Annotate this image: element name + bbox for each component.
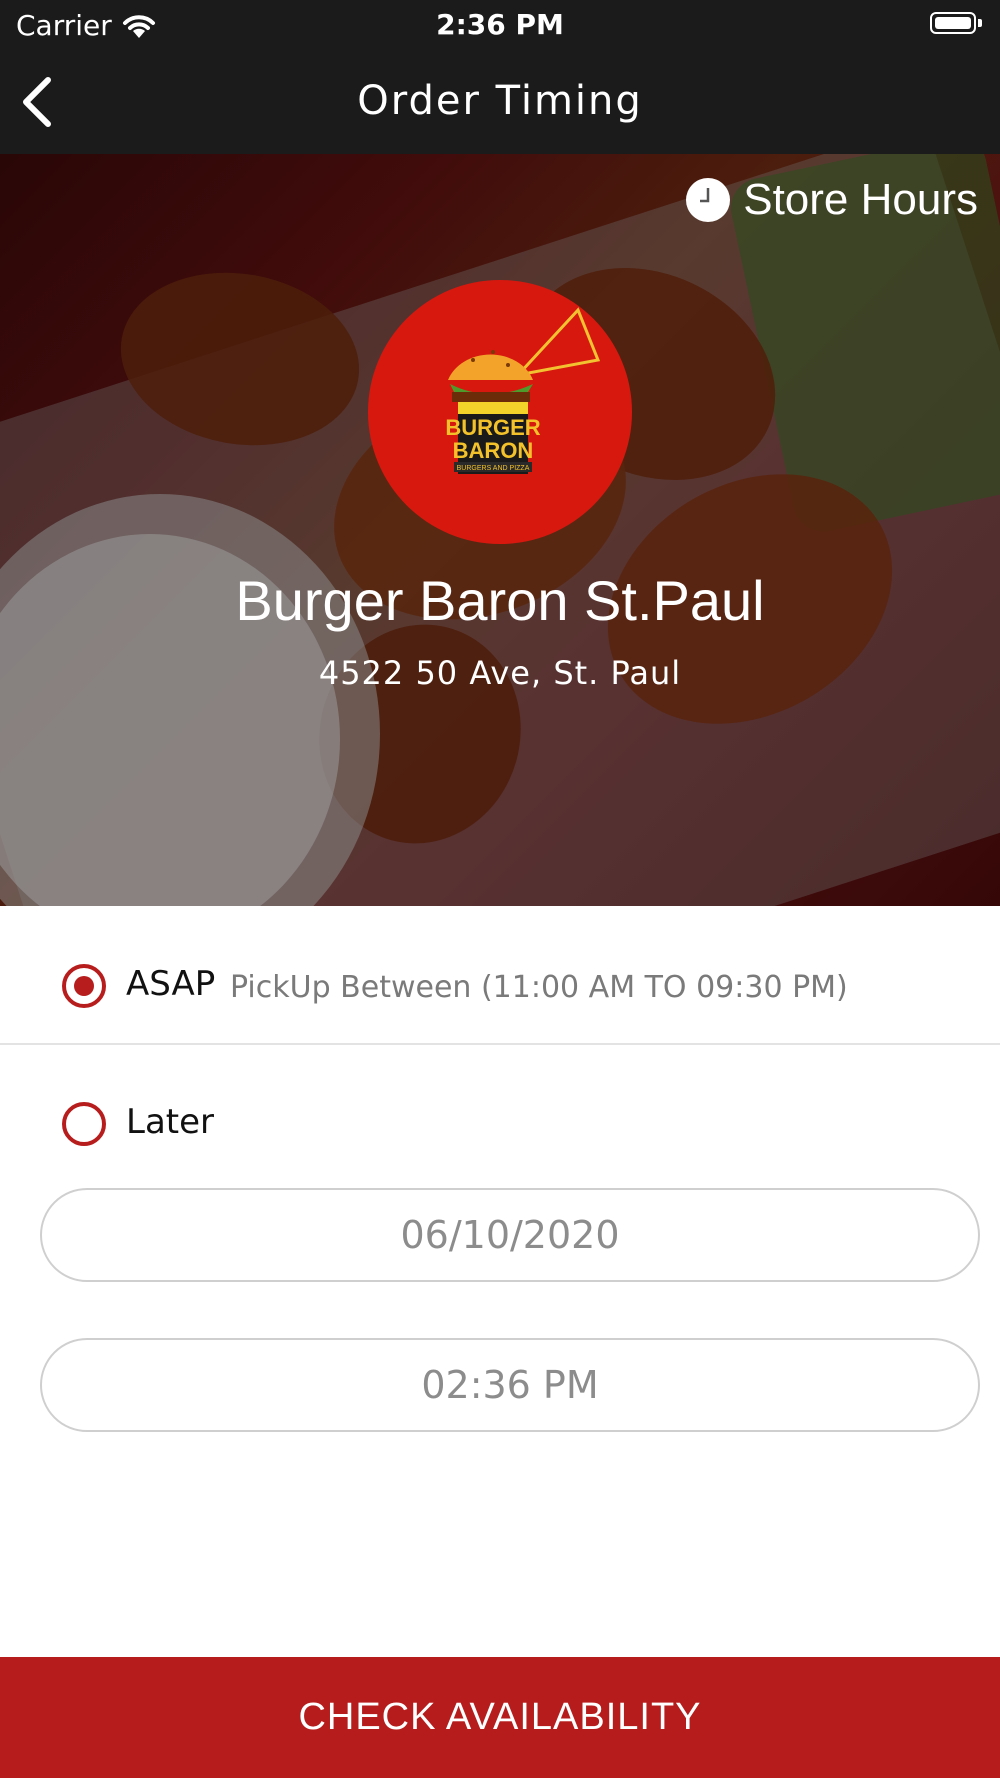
- store-hours-button[interactable]: Store Hours: [685, 172, 978, 228]
- divider: [0, 1043, 1000, 1045]
- asap-pickup-window: PickUp Between (11:00 AM TO 09:30 PM): [230, 970, 848, 1005]
- asap-label: ASAP: [126, 964, 216, 1004]
- battery-icon: [930, 12, 976, 34]
- battery-tip: [978, 19, 982, 27]
- status-bar: Carrier 2:36 PM: [0, 0, 1000, 50]
- later-option[interactable]: Later: [0, 1100, 1000, 1160]
- burger-logo-icon: BURGER BARON BURGERS AND PIZZA: [445, 307, 601, 474]
- svg-text:BARON: BARON: [453, 438, 534, 463]
- check-availability-button[interactable]: CHECK AVAILABILITY: [0, 1657, 1000, 1778]
- store-hours-label: Store Hours: [743, 175, 978, 224]
- navigation-bar: Order Timing: [0, 50, 1000, 154]
- store-hero-banner: Store Hours BURGER BARON BURGERS AND PIZ…: [0, 154, 1000, 906]
- later-label: Later: [126, 1102, 215, 1142]
- asap-radio[interactable]: [62, 964, 106, 1008]
- store-logo: BURGER BARON BURGERS AND PIZZA: [368, 280, 632, 544]
- clock-icon: [686, 178, 731, 222]
- store-address: 4522 50 Ave, St. Paul: [318, 654, 682, 692]
- store-name: Burger Baron St.Paul: [235, 569, 765, 632]
- asap-option[interactable]: ASAP PickUp Between (11:00 AM TO 09:30 P…: [0, 962, 1000, 1022]
- date-field[interactable]: 06/10/2020: [40, 1188, 980, 1282]
- later-radio[interactable]: [62, 1102, 106, 1146]
- page-title: Order Timing: [357, 78, 643, 124]
- svg-text:BURGERS AND PIZZA: BURGERS AND PIZZA: [457, 465, 530, 472]
- svg-text:BURGER: BURGER: [445, 415, 540, 440]
- time-field[interactable]: 02:36 PM: [40, 1338, 980, 1432]
- status-time: 2:36 PM: [436, 8, 564, 41]
